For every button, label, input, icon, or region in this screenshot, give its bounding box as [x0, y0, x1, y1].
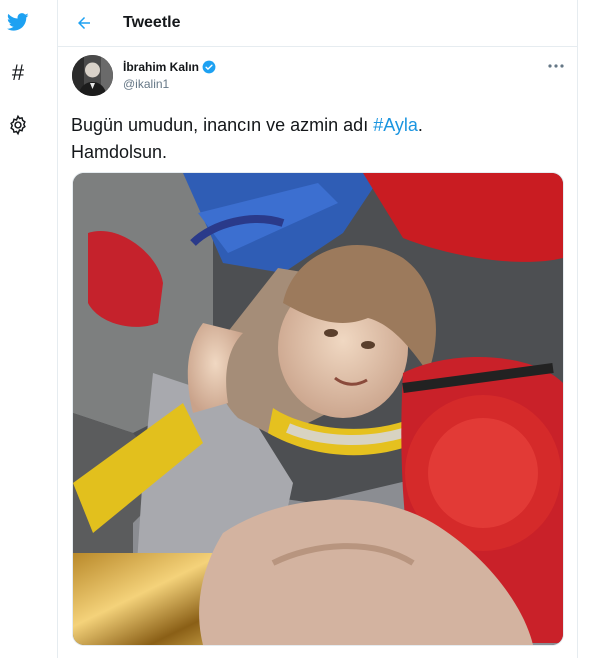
- gear-icon[interactable]: [5, 112, 31, 138]
- twitter-bird-icon[interactable]: [5, 9, 31, 35]
- tweet-text-line1: Bugün umudun, inancın ve azmin adı #Ayla…: [71, 112, 561, 139]
- tweet-text-after: .: [417, 115, 423, 135]
- more-dots-icon[interactable]: [545, 58, 567, 74]
- tweet-media-photo[interactable]: [72, 172, 564, 646]
- left-nav-rail: #: [0, 0, 56, 658]
- page-title: Tweetle: [123, 14, 181, 31]
- verified-badge-icon: [202, 60, 216, 74]
- avatar[interactable]: [72, 55, 113, 96]
- tweet-text: Bugün umudun, inancın ve azmin adı #Ayla…: [71, 112, 561, 166]
- hashtag-link[interactable]: #Ayla: [373, 115, 418, 135]
- hashtag-glyph: #: [11, 60, 25, 85]
- arrow-left-icon[interactable]: [72, 11, 96, 35]
- page-header: Tweetle: [58, 0, 577, 47]
- tweet-column: Tweetle İbrahim Kalın @ikalin1 Bugün umu…: [57, 0, 578, 658]
- tweet-text-line2: Hamdolsun.: [71, 142, 168, 162]
- author-name-text: İbrahim Kalın: [123, 60, 200, 74]
- hashtag-icon[interactable]: #: [5, 60, 31, 86]
- author-handle[interactable]: @ikalin1: [123, 77, 169, 91]
- tweet-text-before: Bugün umudun, inancın ve azmin adı: [71, 115, 374, 135]
- author-name[interactable]: İbrahim Kalın: [123, 60, 216, 74]
